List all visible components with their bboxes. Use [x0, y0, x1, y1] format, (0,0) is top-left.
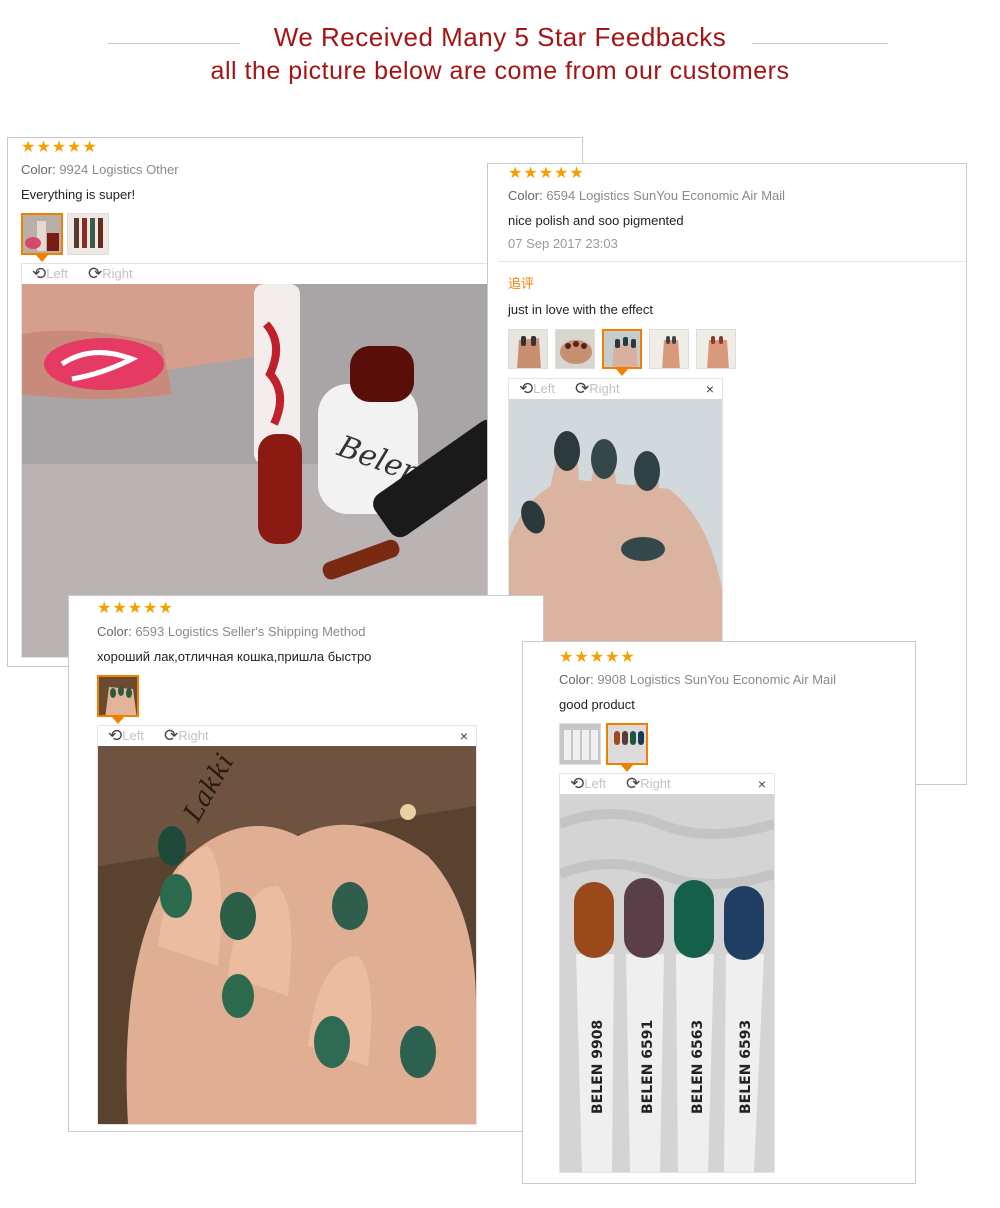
photo-viewer: ⟲Left ⟳Right × Lakki — [97, 725, 477, 1125]
rotate-right-button[interactable]: ⟳Right — [626, 775, 671, 792]
selected-thumbnail-caret — [36, 255, 48, 262]
photo-thumbnail[interactable] — [21, 213, 63, 255]
header-title: We Received Many 5 Star Feedbacks — [273, 22, 727, 52]
rating-stars: ★★★★★ — [97, 600, 174, 617]
color-swatch-photo: BELEN 9908 BELEN 6591 BELEN 6563 BELEN 6… — [560, 794, 774, 1172]
rotate-right-button[interactable]: ⟳Right — [575, 380, 620, 397]
rotate-left-icon: ⟲ — [519, 379, 534, 399]
photo-thumbnail[interactable] — [606, 723, 648, 765]
viewer-toolbar: ⟲Left ⟳Right — [22, 264, 490, 284]
close-icon[interactable]: × — [706, 381, 714, 397]
review-text: good product — [559, 697, 635, 712]
rotate-left-button[interactable]: ⟲Left — [570, 775, 606, 792]
review-meta: Color: 6593 Logistics Seller's Shipping … — [97, 624, 366, 639]
swatch-label: BELEN 6593 — [738, 1020, 754, 1114]
thumbnail-image — [68, 214, 108, 254]
viewer-toolbar: ⟲Left ⟳Right × — [509, 379, 722, 399]
rotate-left-icon: ⟲ — [32, 264, 47, 284]
selected-thumbnail-caret — [112, 717, 124, 724]
rating-stars: ★★★★★ — [508, 165, 585, 182]
review-text: nice polish and soo pigmented — [508, 213, 684, 228]
thumbnail-image — [650, 330, 688, 368]
rotate-left-icon: ⟲ — [108, 726, 123, 746]
review-meta: Color: 9924 Logistics Other — [21, 162, 179, 177]
rotate-right-button[interactable]: ⟳Right — [164, 727, 209, 744]
nail-photo: Lakki — [98, 746, 476, 1124]
thumbnail-image — [23, 215, 61, 253]
rotate-left-icon: ⟲ — [570, 774, 585, 794]
thumbnail-image — [99, 677, 137, 715]
thumbnail-image — [697, 330, 735, 368]
review-meta: Color: 6594 Logistics SunYou Economic Ai… — [508, 188, 786, 203]
swatch-label: BELEN 9908 — [590, 1020, 606, 1114]
rotate-left-button[interactable]: ⟲Left — [108, 727, 144, 744]
selected-thumbnail-caret — [616, 369, 628, 376]
page-header: We Received Many 5 Star Feedbacks all th… — [0, 20, 1000, 88]
header-subtitle: all the picture below are come from our … — [210, 57, 790, 85]
close-icon[interactable]: × — [758, 776, 766, 792]
photo-thumbnail[interactable] — [555, 329, 595, 369]
thumbnail-image — [608, 725, 646, 763]
review-meta: Color: 9908 Logistics SunYou Economic Ai… — [559, 672, 837, 687]
photo-thumbnail[interactable] — [67, 213, 109, 255]
rotate-left-button[interactable]: ⟲Left — [32, 265, 68, 282]
photo-thumbnail[interactable] — [559, 723, 601, 765]
swatch-label: BELEN 6563 — [690, 1020, 706, 1114]
viewer-toolbar: ⟲Left ⟳Right × — [98, 726, 476, 746]
viewer-toolbar: ⟲Left ⟳Right × — [560, 774, 774, 794]
rotate-right-button[interactable]: ⟳Right — [88, 265, 133, 282]
additional-review-text: just in love with the effect — [508, 302, 654, 317]
rotate-left-button[interactable]: ⟲Left — [519, 380, 555, 397]
review-date: 07 Sep 2017 23:03 — [508, 236, 618, 251]
rotate-right-icon: ⟳ — [626, 774, 641, 794]
thumbnail-image — [604, 331, 640, 367]
review-divider — [498, 261, 966, 262]
swatch-label: BELEN 6591 — [640, 1020, 656, 1114]
review-photo: BELEN 9908 BELEN 6591 BELEN 6563 BELEN 6… — [560, 794, 774, 1172]
thumbnail-image — [556, 330, 594, 368]
photo-thumbnail[interactable] — [97, 675, 139, 717]
rotate-right-icon: ⟳ — [88, 264, 103, 284]
close-icon[interactable]: × — [460, 728, 468, 744]
additional-review-label: 追评 — [508, 276, 535, 291]
photo-thumbnail[interactable] — [696, 329, 736, 369]
review-text: Everything is super! — [21, 187, 136, 202]
photo-thumbnail[interactable] — [649, 329, 689, 369]
thumbnail-image — [560, 724, 600, 764]
rotate-right-icon: ⟳ — [164, 726, 179, 746]
review-text: хороший лак,отличная кошка,пришла быстро — [97, 649, 372, 664]
photo-thumbnail[interactable] — [508, 329, 548, 369]
thumbnail-image — [509, 330, 547, 368]
review-photo: Lakki — [98, 746, 476, 1124]
selected-thumbnail-caret — [621, 765, 633, 772]
rating-stars: ★★★★★ — [559, 649, 636, 666]
review-card-4: ★★★★★ Color: 9908 Logistics SunYou Econo… — [522, 641, 916, 1184]
photo-thumbnail[interactable] — [602, 329, 642, 369]
photo-viewer: ⟲Left ⟳Right × BELEN 9908 BELEN 6591 BEL… — [559, 773, 775, 1173]
review-card-3: ★★★★★ Color: 6593 Logistics Seller's Shi… — [68, 595, 544, 1132]
rotate-right-icon: ⟳ — [575, 379, 590, 399]
rating-stars: ★★★★★ — [21, 139, 98, 156]
